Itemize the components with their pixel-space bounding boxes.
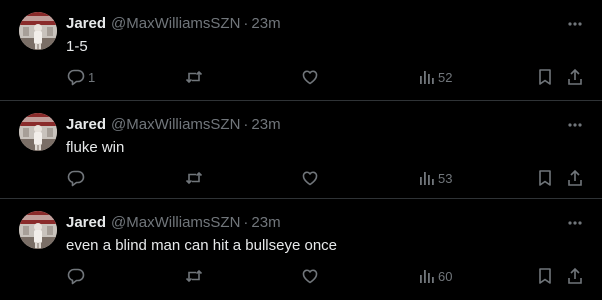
- views-count: 53: [438, 170, 453, 186]
- views-button[interactable]: 60: [418, 264, 452, 288]
- views-chart-icon: [418, 67, 436, 87]
- views-count: 60: [438, 268, 453, 284]
- share-button[interactable]: [566, 65, 584, 89]
- author-handle[interactable]: @MaxWilliamsSZN: [111, 15, 240, 32]
- tweet-timestamp[interactable]: 23m: [251, 116, 280, 133]
- bookmark-button[interactable]: [536, 264, 554, 288]
- bookmark-icon: [536, 67, 554, 87]
- retweet-icon: [184, 266, 204, 286]
- reply-icon: [66, 67, 86, 87]
- tweet-actions: 1 52: [0, 65, 602, 89]
- retweet-button[interactable]: [184, 65, 204, 89]
- like-button[interactable]: [300, 264, 320, 288]
- views-button[interactable]: 53: [418, 166, 452, 190]
- share-icon: [566, 67, 584, 87]
- tweet-actions: 53: [0, 166, 602, 190]
- share-icon: [566, 168, 584, 188]
- more-options-button[interactable]: [565, 213, 585, 229]
- heart-icon: [300, 67, 320, 87]
- tweet[interactable]: Jared @MaxWilliamsSZN · 23m 1-5 1 52: [0, 0, 602, 101]
- more-horizontal-icon: [568, 13, 582, 31]
- tweet-timestamp[interactable]: 23m: [251, 214, 280, 231]
- tweet-text: fluke win: [66, 139, 125, 156]
- tweet-text: even a blind man can hit a bullseye once: [66, 237, 338, 254]
- reply-button[interactable]: [66, 264, 88, 288]
- more-options-button[interactable]: [565, 14, 585, 30]
- views-chart-icon: [418, 266, 436, 286]
- bookmark-icon: [536, 168, 554, 188]
- views-count: 52: [438, 69, 453, 85]
- avatar[interactable]: [19, 211, 57, 249]
- bookmark-button[interactable]: [536, 166, 554, 190]
- tweet-feed: Jared @MaxWilliamsSZN · 23m 1-5 1 52 Jar…: [0, 0, 602, 300]
- views-button[interactable]: 52: [418, 65, 452, 89]
- retweet-button[interactable]: [184, 166, 204, 190]
- author-handle[interactable]: @MaxWilliamsSZN: [111, 116, 240, 133]
- reply-count: 1: [88, 69, 96, 85]
- more-horizontal-icon: [568, 114, 582, 132]
- author-name[interactable]: Jared: [66, 15, 106, 32]
- reply-icon: [66, 168, 86, 188]
- heart-icon: [300, 266, 320, 286]
- reply-button[interactable]: 1: [66, 65, 95, 89]
- author-handle[interactable]: @MaxWilliamsSZN: [111, 214, 240, 231]
- author-name[interactable]: Jared: [66, 116, 106, 133]
- retweet-icon: [184, 168, 204, 188]
- tweet-text: 1-5: [66, 38, 88, 55]
- header-separator: ·: [243, 213, 249, 231]
- avatar[interactable]: [19, 12, 57, 50]
- header-separator: ·: [243, 115, 249, 133]
- like-button[interactable]: [300, 166, 320, 190]
- tweet-actions: 60: [0, 264, 602, 288]
- heart-icon: [300, 168, 320, 188]
- tweet[interactable]: Jared @MaxWilliamsSZN · 23m fluke win 53: [0, 101, 602, 199]
- reply-icon: [66, 266, 86, 286]
- author-name[interactable]: Jared: [66, 214, 106, 231]
- header-separator: ·: [243, 14, 249, 32]
- bookmark-button[interactable]: [536, 65, 554, 89]
- views-chart-icon: [418, 168, 436, 188]
- share-icon: [566, 266, 584, 286]
- bookmark-icon: [536, 266, 554, 286]
- tweet[interactable]: Jared @MaxWilliamsSZN · 23m even a blind…: [0, 199, 602, 300]
- like-button[interactable]: [300, 65, 320, 89]
- retweet-icon: [184, 67, 204, 87]
- tweet-header: Jared @MaxWilliamsSZN · 23m: [66, 213, 281, 231]
- share-button[interactable]: [566, 264, 584, 288]
- more-horizontal-icon: [568, 212, 582, 230]
- retweet-button[interactable]: [184, 264, 204, 288]
- avatar[interactable]: [19, 113, 57, 151]
- tweet-header: Jared @MaxWilliamsSZN · 23m: [66, 14, 281, 32]
- reply-button[interactable]: [66, 166, 88, 190]
- tweet-timestamp[interactable]: 23m: [251, 15, 280, 32]
- share-button[interactable]: [566, 166, 584, 190]
- more-options-button[interactable]: [565, 115, 585, 131]
- tweet-header: Jared @MaxWilliamsSZN · 23m: [66, 115, 281, 133]
